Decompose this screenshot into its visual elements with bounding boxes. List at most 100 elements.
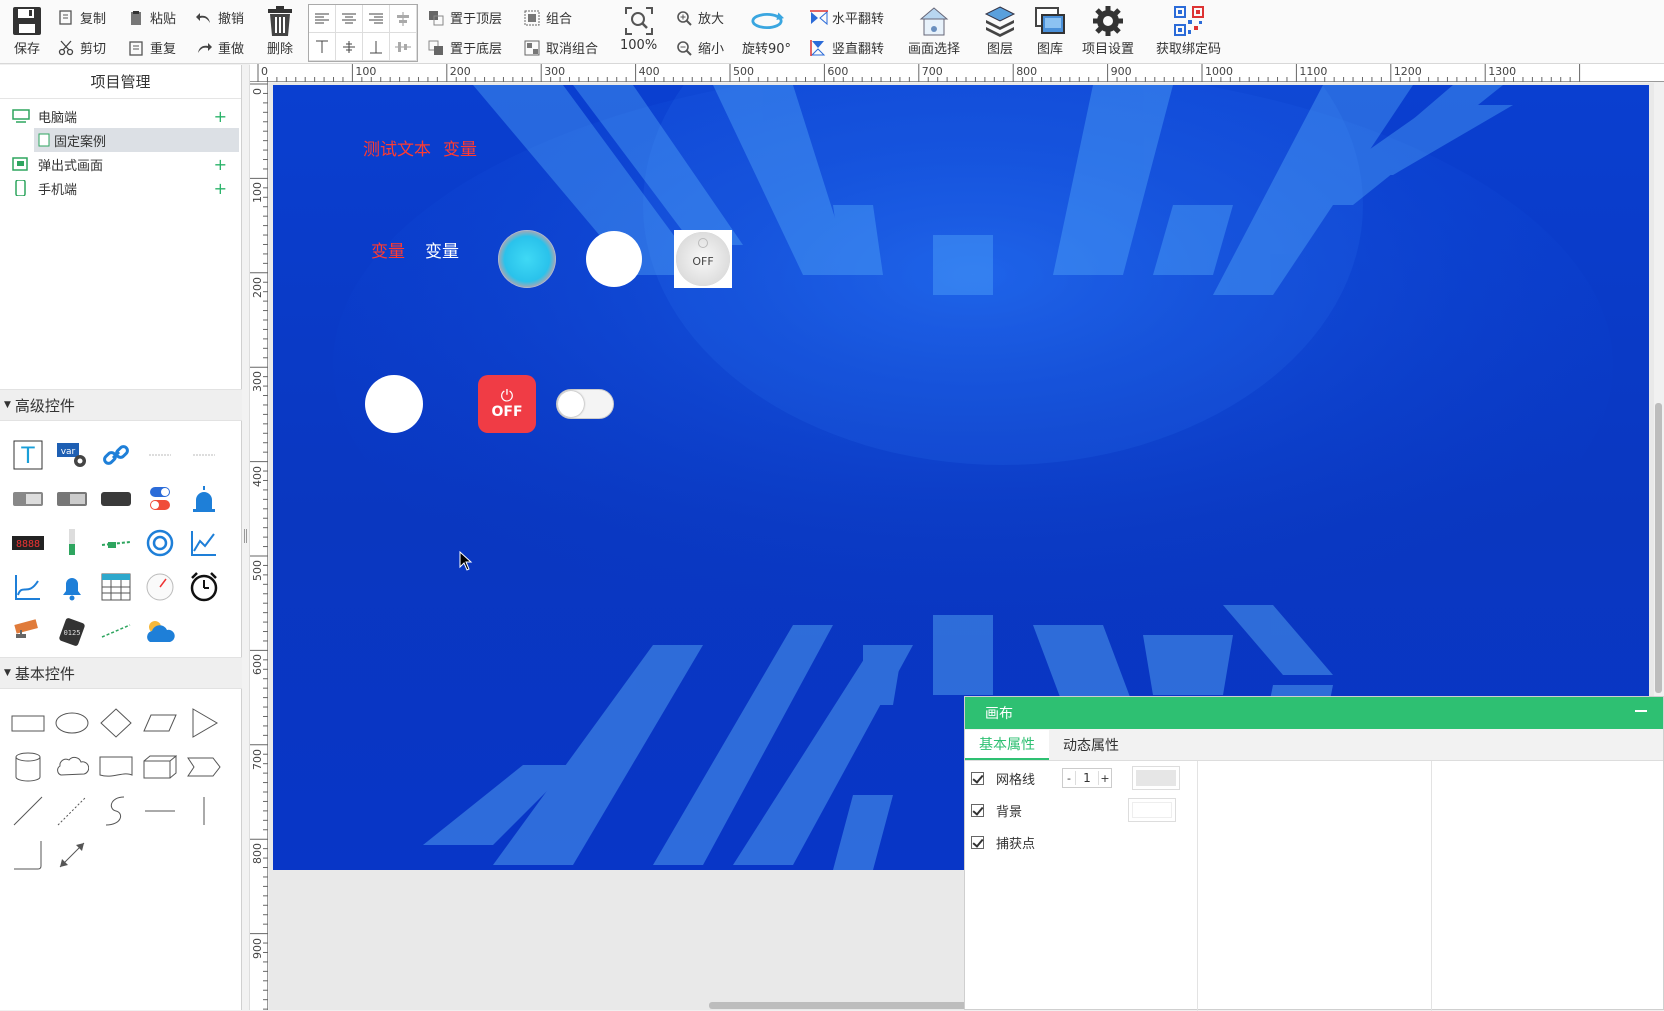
tree-item-mobile[interactable]: 手机端 + (0, 176, 241, 200)
off-toggle-button[interactable]: OFF (674, 230, 732, 288)
indicator-lamp-white-2[interactable] (365, 375, 423, 433)
tree-item-popup[interactable]: 弹出式画面 + (0, 152, 241, 176)
gallery-button[interactable]: 图库 (1033, 4, 1067, 57)
background-color-swatch[interactable] (1128, 798, 1176, 822)
numeric-display-control[interactable] (6, 477, 50, 521)
link-control[interactable] (94, 433, 138, 477)
time-display-control[interactable]: 0125 (50, 609, 94, 653)
document-shape[interactable] (94, 745, 138, 789)
send-to-bottom-button[interactable]: 置于底层 (428, 38, 502, 57)
distribute-h-button[interactable] (390, 5, 417, 33)
slide-switch[interactable] (556, 389, 614, 419)
table-control[interactable] (94, 565, 138, 609)
line-shape[interactable] (6, 789, 50, 833)
gridline-value[interactable]: 1 (1075, 771, 1099, 785)
trend-chart-control[interactable] (6, 565, 50, 609)
zoom-100-button[interactable]: 100% (620, 4, 657, 53)
zoom-in-button[interactable]: 放大 (676, 8, 724, 27)
camera-control[interactable] (6, 609, 50, 653)
variable-control[interactable]: var (50, 433, 94, 477)
clock-control[interactable] (182, 565, 226, 609)
panel-splitter[interactable] (242, 65, 250, 1010)
diamond-shape[interactable] (94, 701, 138, 745)
tree-item-fixed-case[interactable]: 固定案例 (34, 128, 239, 152)
layers-button[interactable]: 图层 (983, 4, 1017, 57)
ungroup-button[interactable]: 取消组合 (524, 38, 598, 57)
rotate-button[interactable]: 旋转90° (742, 4, 791, 57)
cylinder-shape[interactable] (6, 745, 50, 789)
ring-control[interactable] (138, 521, 182, 565)
numeric-input-control[interactable] (50, 477, 94, 521)
bell-control[interactable] (50, 565, 94, 609)
add-popup-button[interactable]: + (214, 155, 227, 174)
elbow-line-shape[interactable] (6, 833, 50, 877)
repeat-button[interactable]: 重复 (128, 38, 176, 57)
dotted-line-shape[interactable] (50, 789, 94, 833)
ellipse-shape[interactable] (50, 701, 94, 745)
power-off-button[interactable]: ⏻ OFF (478, 375, 536, 433)
flip-horizontal-button[interactable]: 水平翻转 (810, 8, 884, 27)
align-middle-button[interactable] (336, 33, 363, 61)
align-center-button[interactable] (336, 5, 363, 33)
scroll-text-control[interactable] (138, 433, 182, 477)
button-control[interactable] (94, 477, 138, 521)
vertical-scroll-thumb[interactable] (1655, 403, 1662, 693)
pipe-control[interactable] (94, 521, 138, 565)
zoom-out-button[interactable]: 缩小 (676, 38, 724, 57)
align-right-button[interactable] (363, 5, 390, 33)
advanced-controls-header[interactable]: ▼ 高级控件 (0, 389, 242, 421)
delete-button[interactable]: 删除 (263, 4, 297, 57)
line-chart-control[interactable] (182, 521, 226, 565)
gridline-increment-button[interactable]: + (1099, 772, 1111, 785)
align-top-button[interactable] (309, 33, 336, 61)
align-bottom-button[interactable] (363, 33, 390, 61)
triangle-shape[interactable] (182, 701, 226, 745)
parallelogram-shape[interactable] (138, 701, 182, 745)
group-button[interactable]: 组合 (524, 8, 572, 27)
gridline-decrement-button[interactable]: - (1063, 772, 1075, 785)
save-button[interactable]: 保存 (10, 4, 44, 57)
arrow-line-shape[interactable] (50, 833, 94, 877)
project-settings-button[interactable]: 项目设置 (1082, 4, 1134, 57)
indicator-lamp-white[interactable] (586, 231, 642, 287)
tab-dynamic-properties[interactable]: 动态属性 (1049, 730, 1133, 760)
curve-shape[interactable] (94, 789, 138, 833)
led-digits-control[interactable]: 8888 (6, 521, 50, 565)
test-text-label[interactable]: 测试文本 (363, 135, 431, 160)
cloud-shape[interactable] (50, 745, 94, 789)
distribute-v-button[interactable] (390, 33, 417, 61)
tab-basic-properties[interactable]: 基本属性 (965, 730, 1049, 760)
align-left-button[interactable] (309, 5, 336, 33)
text-control[interactable]: T (6, 433, 50, 477)
add-mobile-button[interactable]: + (214, 179, 227, 198)
screen-select-button[interactable]: 画面选择 (908, 4, 960, 57)
background-checkbox[interactable] (971, 803, 984, 817)
flip-vertical-button[interactable]: 竖直翻转 (810, 38, 884, 57)
vline-shape[interactable] (182, 789, 226, 833)
add-pc-screen-button[interactable]: + (214, 107, 227, 126)
dynamic-text-control[interactable] (182, 433, 226, 477)
indicator-lamp-cyan[interactable] (498, 230, 556, 288)
basic-controls-header[interactable]: ▼ 基本控件 (0, 657, 242, 689)
hline-shape[interactable] (138, 789, 182, 833)
variable-text-2[interactable]: 变量 (371, 237, 405, 262)
switch-control[interactable] (138, 477, 182, 521)
gridline-color-swatch[interactable] (1132, 766, 1180, 790)
paste-button[interactable]: 粘贴 (128, 8, 176, 27)
rectangle-shape[interactable] (6, 701, 50, 745)
bring-to-top-button[interactable]: 置于顶层 (428, 8, 502, 27)
undo-button[interactable]: 撤销 (196, 8, 244, 27)
gauge-control[interactable] (138, 565, 182, 609)
alarm-light-control[interactable] (182, 477, 226, 521)
copy-button[interactable]: 复制 (58, 8, 106, 27)
snap-checkbox[interactable] (971, 835, 984, 849)
get-bind-code-button[interactable]: 获取绑定码 (1156, 4, 1221, 57)
cut-button[interactable]: 剪切 (58, 38, 106, 57)
variable-text-3[interactable]: 变量 (425, 237, 459, 262)
thermometer-control[interactable] (50, 521, 94, 565)
chevron-shape[interactable] (182, 745, 226, 789)
dashed-line-control[interactable] (94, 609, 138, 653)
tree-item-pc[interactable]: 电脑端 + (0, 104, 241, 128)
redo-button[interactable]: 重做 (196, 38, 244, 57)
minimize-icon[interactable] (1633, 703, 1649, 719)
